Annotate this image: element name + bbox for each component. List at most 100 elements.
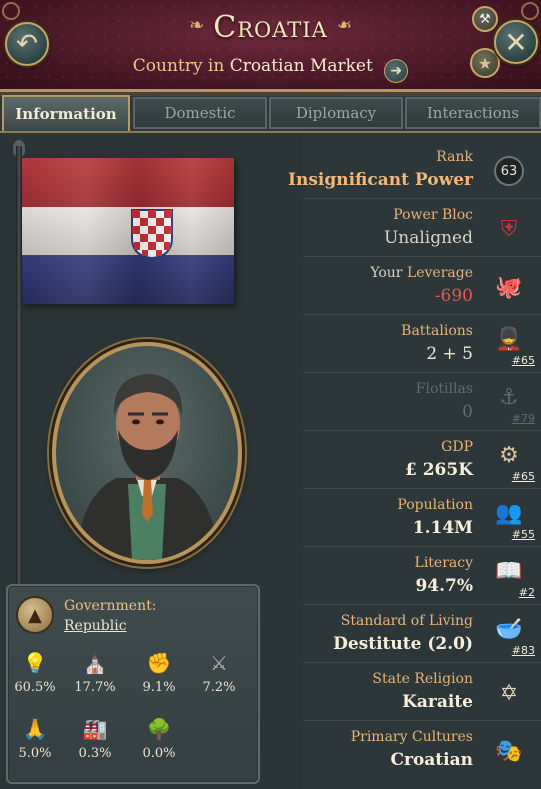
stat-label: Standard of Living — [340, 613, 473, 629]
stat-value: 0 — [462, 402, 473, 422]
stat-world-rank: #65 — [511, 354, 535, 367]
stat-value: 2 + 5 — [426, 344, 473, 364]
stat-battalions[interactable]: Battalions 2 + 5 💂 #65 — [303, 315, 541, 373]
stat-label: Power Bloc — [393, 207, 473, 223]
stat-label: Your Leverage — [370, 265, 473, 281]
stat-gdp[interactable]: GDP £ 265K ⚙ #65 — [303, 431, 541, 489]
stat-power-bloc[interactable]: Power Bloc Unaligned ⛨ — [303, 199, 541, 257]
stat-label: Primary Cultures — [350, 729, 473, 745]
country-flag[interactable] — [22, 158, 234, 304]
stat-world-rank: #79 — [511, 412, 535, 425]
rank-badge: 63 — [491, 153, 527, 189]
interest-group-value: 17.7% — [74, 680, 116, 695]
interest-group-value: 0.0% — [142, 746, 176, 761]
stat-value: -690 — [434, 286, 473, 306]
interest-group-value: 5.0% — [18, 746, 52, 761]
pound-gear-icon: ⚙ — [499, 442, 519, 468]
institution-icon: ⛪ — [82, 651, 108, 675]
interest-group-intelligentsia[interactable]: 💡 60.5% — [10, 650, 60, 695]
bowl-icon: 🥣 — [495, 616, 523, 642]
stat-world-rank: #83 — [511, 644, 535, 657]
interest-group-devout[interactable]: 🙏 5.0% — [10, 716, 60, 761]
stat-value: Croatian — [390, 750, 473, 770]
interest-group-industrialists[interactable]: 🏭 0.3% — [70, 716, 120, 761]
stat-label: Population — [397, 497, 473, 513]
praying-hands-icon: 🙏 — [22, 717, 48, 741]
goto-market-button[interactable]: ➜ — [384, 59, 409, 83]
stat-label: Literacy — [414, 555, 473, 571]
stat-label: State Religion — [372, 671, 473, 687]
stat-standard-of-living[interactable]: Standard of Living Destitute (2.0) 🥣 #83 — [303, 605, 541, 663]
worker-icon: ✊ — [146, 651, 172, 675]
lightbulb-icon: 💡 — [22, 651, 48, 675]
stat-literacy[interactable]: Literacy 94.7% 📖 #2 — [303, 547, 541, 605]
flourish-right-icon: ❧ — [336, 15, 352, 36]
country-header: ↶ ⚒ ★ ✕ ❧ Croatia ❧ Country in Croatian … — [0, 0, 541, 96]
market-link[interactable]: Croatian Market — [230, 56, 373, 76]
flag-cloth-shading — [22, 158, 234, 304]
stat-label: GDP — [441, 439, 473, 455]
tab-domestic[interactable]: Domestic — [133, 97, 267, 129]
stat-world-rank: #65 — [511, 470, 535, 483]
tab-diplomacy[interactable]: Diplomacy — [269, 97, 403, 129]
theater-masks-icon: 🎭 — [495, 738, 523, 764]
country-subtitle: Country in Croatian Market ➜ — [0, 56, 541, 83]
title-block: ❧ Croatia ❧ — [0, 10, 541, 45]
stat-state-religion[interactable]: State Religion Karaite ✡ — [303, 663, 541, 721]
government-panel: ▲ Government: Republic 💡 60.5% ⛪ 17.7% ✊… — [6, 584, 260, 784]
crossed-swords-icon: ⚔ — [210, 651, 228, 675]
stat-leverage[interactable]: Your Leverage -690 🐙 — [303, 257, 541, 315]
people-icon: 👥 — [495, 500, 523, 526]
interest-group-landowners[interactable]: 🌳 0.0% — [134, 716, 184, 761]
interest-group-value: 7.2% — [202, 680, 236, 695]
interest-group-value: 0.3% — [78, 746, 112, 761]
stat-label: Flotillas — [415, 381, 473, 397]
stat-world-rank: #55 — [511, 528, 535, 541]
interest-group-workers[interactable]: ✊ 9.1% — [134, 650, 184, 695]
stat-value: Insignificant Power — [288, 170, 473, 190]
soldier-icon: 💂 — [495, 326, 523, 352]
arrow-right-icon: ➜ — [390, 63, 403, 79]
interest-group-value: 9.1% — [142, 680, 176, 695]
power-bloc-crest-icon: ⛨ — [500, 216, 518, 242]
stat-label: Battalions — [401, 323, 473, 339]
stat-primary-cultures[interactable]: Primary Cultures Croatian 🎭 — [303, 721, 541, 779]
stat-rank[interactable]: Rank Insignificant Power 63 — [288, 141, 541, 199]
tab-bar: Information Domestic Diplomacy Interacti… — [0, 95, 541, 131]
rank-number: 63 — [494, 156, 524, 186]
interest-group-institution[interactable]: ⛪ 17.7% — [70, 650, 120, 695]
stat-value: 94.7% — [415, 576, 473, 596]
tab-label: Diplomacy — [295, 104, 377, 122]
tab-information[interactable]: Information — [2, 95, 130, 131]
interest-group-armed-forces[interactable]: ⚔ 7.2% — [194, 650, 244, 695]
octopus-icon: 🐙 — [495, 274, 523, 300]
government-type-link[interactable]: Republic — [64, 618, 127, 634]
country-type: Country — [132, 56, 203, 76]
stat-value: £ 265K — [404, 460, 473, 480]
tab-label: Information — [15, 105, 117, 123]
tab-interactions[interactable]: Interactions — [405, 97, 541, 129]
open-book-icon: 📖 — [495, 558, 523, 584]
country-title: Croatia — [213, 10, 328, 45]
government-label: Government: — [64, 598, 157, 614]
subtitle-in: in — [207, 56, 225, 76]
tab-label: Domestic — [164, 104, 236, 122]
interest-group-value: 60.5% — [14, 680, 56, 695]
stat-population[interactable]: Population 1.14M 👥 #55 — [303, 489, 541, 547]
leverage-label-word: Leverage — [406, 265, 473, 281]
stat-value: Karaite — [402, 692, 473, 712]
anchor-icon: ⚓ — [499, 384, 519, 410]
stat-value: Destitute (2.0) — [333, 634, 473, 654]
tree-icon: 🌳 — [146, 717, 172, 741]
leverage-label-prefix: Your — [370, 265, 403, 281]
stat-world-rank: #2 — [518, 586, 535, 599]
stat-value: 1.14M — [412, 518, 473, 538]
tab-label: Interactions — [426, 104, 520, 122]
factory-icon: 🏭 — [82, 717, 108, 741]
ruler-portrait-image — [76, 374, 220, 560]
stat-value: Unaligned — [383, 228, 473, 248]
government-seal-icon[interactable]: ▲ — [16, 596, 54, 634]
ruler-portrait[interactable] — [52, 342, 242, 564]
stat-flotillas[interactable]: Flotillas 0 ⚓ #79 — [303, 373, 541, 431]
stat-label: Rank — [436, 149, 473, 165]
